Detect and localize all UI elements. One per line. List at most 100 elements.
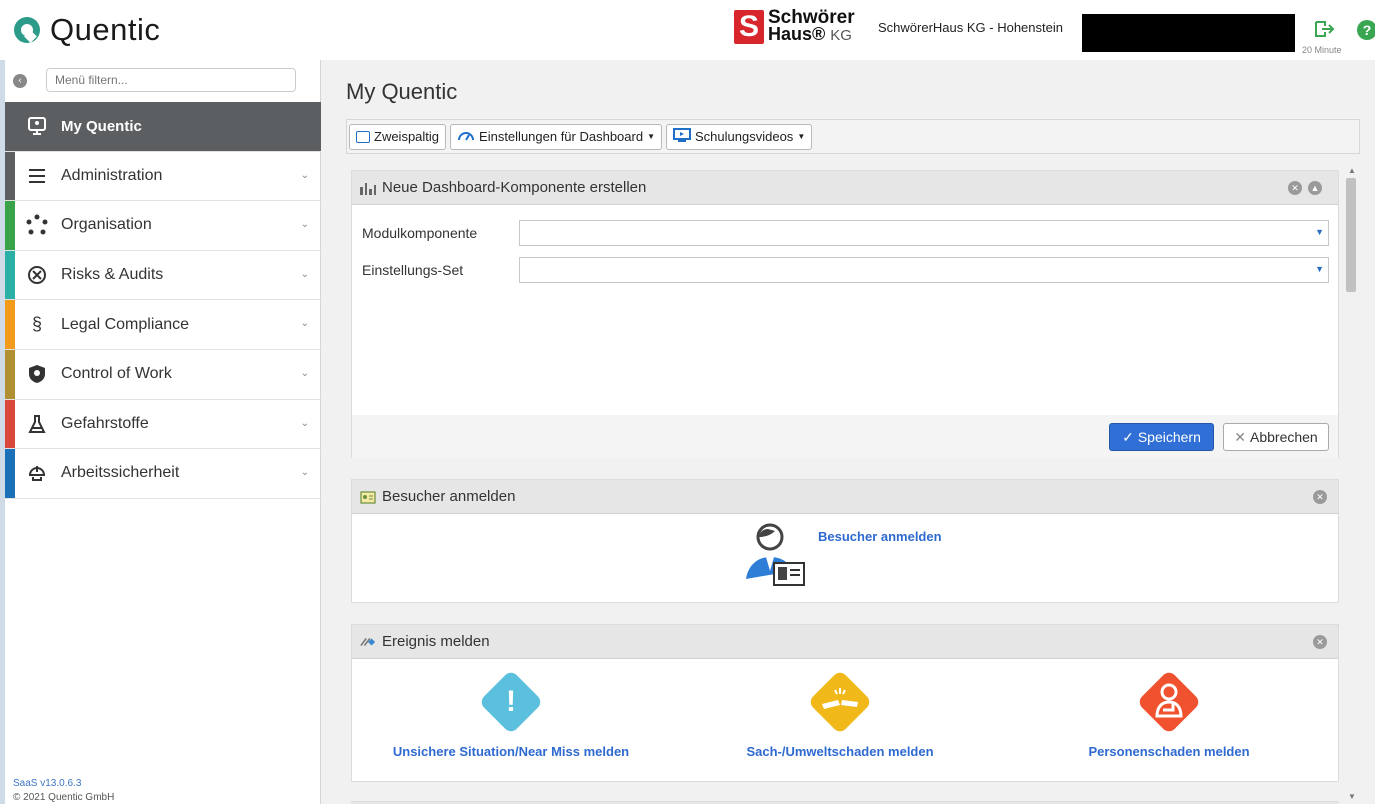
- x-icon: ✕: [1234, 428, 1246, 445]
- panel-header: Besucher anmelden ✕: [352, 480, 1338, 514]
- visitor-register-link[interactable]: Besucher anmelden: [818, 529, 942, 544]
- help-icon[interactable]: ?: [1357, 20, 1375, 40]
- visitor-illustration-icon[interactable]: [740, 521, 810, 587]
- quentic-logo[interactable]: Quentic: [14, 12, 160, 48]
- collapse-sidebar-icon[interactable]: ‹: [13, 74, 27, 88]
- sidebar-item-label: Control of Work: [61, 365, 172, 383]
- helmet-icon: [25, 461, 49, 485]
- monitor-icon: [25, 114, 49, 138]
- chevron-down-icon: ▼: [1315, 264, 1324, 274]
- training-videos-button[interactable]: Schulungsvideos ▼: [666, 123, 813, 150]
- visitor-body: Besucher anmelden: [352, 515, 1338, 603]
- event-report-panel: Ereignis melden ✕ ! Unsichere Situation/…: [351, 624, 1339, 782]
- columns-icon: [356, 130, 370, 143]
- customer-logo: S Schwörer Haus® KG: [734, 8, 855, 44]
- menu-filter-input[interactable]: [46, 68, 296, 92]
- sidebar-item-administration[interactable]: Administration ⌄: [5, 151, 321, 202]
- sidebar-item-arbeitssicherheit[interactable]: Arbeitssicherheit ⌄: [5, 449, 321, 499]
- sidebar-item-label: Arbeitssicherheit: [61, 464, 180, 482]
- sidebar-item-legal-compliance[interactable]: § Legal Compliance ⌄: [5, 300, 321, 350]
- main-scrollbar-thumb[interactable]: [1346, 178, 1356, 292]
- sidebar: ‹ My Quentic Administration ⌄ Organisati…: [5, 60, 321, 804]
- bar-chart-icon: [360, 181, 376, 195]
- menu-filter: ‹: [5, 60, 321, 102]
- session-timer: 20 Minute: [1302, 45, 1342, 55]
- visitor-card-icon: [360, 490, 376, 504]
- chevron-down-icon: ⌄: [300, 417, 309, 429]
- logout-icon[interactable]: [1312, 18, 1336, 44]
- new-dashboard-component-panel: Neue Dashboard-Komponente erstellen ✕ ▲ …: [351, 170, 1339, 458]
- quentic-logo-icon: [14, 17, 40, 43]
- video-icon: [673, 128, 692, 145]
- app-name: Quentic: [50, 12, 161, 47]
- chevron-down-icon: ⌄: [300, 268, 309, 280]
- sidebar-item-organisation[interactable]: Organisation ⌄: [5, 201, 321, 251]
- property-damage-report[interactable]: Sach-/Umweltschaden melden: [690, 669, 990, 770]
- hamburger-icon: [25, 164, 49, 188]
- visitor-panel: Besucher anmelden ✕ Besucher anmelden: [351, 479, 1339, 603]
- near-miss-link[interactable]: Unsichere Situation/Near Miss melden: [361, 744, 661, 759]
- chevron-down-icon: ⌄: [300, 367, 309, 379]
- caret-down-icon: ▼: [647, 132, 656, 141]
- copyright: © 2021 Quentic GmbH: [13, 792, 115, 803]
- close-icon[interactable]: ✕: [1288, 181, 1302, 195]
- check-icon: ✓: [1122, 428, 1134, 445]
- redacted-user-area: [1082, 14, 1295, 52]
- sidebar-item-risks-audits[interactable]: Risks & Audits ⌄: [5, 250, 321, 301]
- two-column-button[interactable]: Zweispaltig: [349, 123, 447, 150]
- panel-title: Besucher anmelden: [382, 488, 516, 505]
- brand-line2: Haus®: [768, 24, 826, 44]
- personal-injury-report[interactable]: Personenschaden melden: [1019, 669, 1319, 770]
- panel-header: Neue Dashboard-Komponente erstellen ✕ ▲: [352, 171, 1338, 205]
- einstellungs-set-select[interactable]: ▼: [519, 257, 1329, 283]
- panel-title: Neue Dashboard-Komponente erstellen: [382, 179, 647, 196]
- collapse-icon[interactable]: ▲: [1308, 181, 1322, 195]
- event-arrows-icon: [360, 635, 376, 649]
- chevron-down-icon: ⌄: [300, 318, 309, 330]
- close-icon[interactable]: ✕: [1313, 635, 1327, 649]
- sidebar-item-my-quentic[interactable]: My Quentic: [5, 102, 321, 152]
- dashboard-toolbar: Zweispaltig Einstellungen für Dashboard …: [346, 119, 1360, 154]
- app-version[interactable]: SaaS v13.0.6.3: [13, 778, 81, 789]
- sidebar-item-label: Administration: [61, 166, 163, 184]
- network-icon: [25, 213, 49, 237]
- sidebar-item-control-of-work[interactable]: Control of Work ⌄: [5, 349, 321, 400]
- injured-person-icon: [1136, 669, 1202, 735]
- chevron-down-icon: ⌄: [300, 169, 309, 181]
- page-title: My Quentic: [346, 79, 458, 104]
- warning-exclamation-icon: !: [478, 669, 544, 735]
- save-button[interactable]: ✓ Speichern: [1109, 423, 1214, 451]
- cancel-button[interactable]: ✕ Abbrechen: [1223, 423, 1329, 451]
- field-label: Modulkomponente: [362, 225, 478, 241]
- modulkomponente-row: Modulkomponente ▼: [362, 219, 1332, 247]
- sidebar-nav: My Quentic Administration ⌄ Organisation…: [5, 102, 321, 499]
- scroll-up-icon[interactable]: ▲: [1348, 166, 1356, 175]
- modulkomponente-select[interactable]: ▼: [519, 220, 1329, 246]
- main-content: My Quentic Zweispaltig Einstellungen für…: [321, 60, 1375, 804]
- broken-plank-icon: [807, 669, 873, 735]
- top-header: Quentic S Schwörer Haus® KG SchwörerHaus…: [0, 0, 1375, 60]
- scroll-down-icon[interactable]: ▼: [1348, 792, 1356, 801]
- chevron-down-icon: ⌄: [300, 467, 309, 479]
- chevron-down-icon: ▼: [1315, 227, 1324, 237]
- target-icon: [25, 263, 49, 287]
- brand-line2-suffix: KG: [830, 27, 852, 44]
- property-damage-link[interactable]: Sach-/Umweltschaden melden: [690, 744, 990, 759]
- sidebar-item-label: Risks & Audits: [61, 266, 164, 284]
- company-name: SchwörerHaus KG - Hohenstein: [878, 20, 1063, 35]
- panel-title: Ereignis melden: [382, 633, 490, 650]
- panel-header: Ereignis melden ✕: [352, 625, 1338, 659]
- chevron-down-icon: ⌄: [300, 219, 309, 231]
- flask-icon: [25, 412, 49, 436]
- dashboard-settings-button[interactable]: Einstellungen für Dashboard ▼: [450, 123, 663, 150]
- sidebar-item-label: Organisation: [61, 216, 152, 234]
- sidebar-item-label: Gefahrstoffe: [61, 414, 149, 432]
- paragraph-icon: §: [31, 314, 42, 335]
- sidebar-item-label: My Quentic: [61, 117, 142, 135]
- gauge-icon: [457, 129, 475, 144]
- personal-injury-link[interactable]: Personenschaden melden: [1019, 744, 1319, 759]
- sidebar-item-gefahrstoffe[interactable]: Gefahrstoffe ⌄: [5, 399, 321, 450]
- close-icon[interactable]: ✕: [1313, 490, 1327, 504]
- sidebar-item-label: Legal Compliance: [61, 315, 190, 333]
- near-miss-report[interactable]: ! Unsichere Situation/Near Miss melden: [361, 669, 661, 770]
